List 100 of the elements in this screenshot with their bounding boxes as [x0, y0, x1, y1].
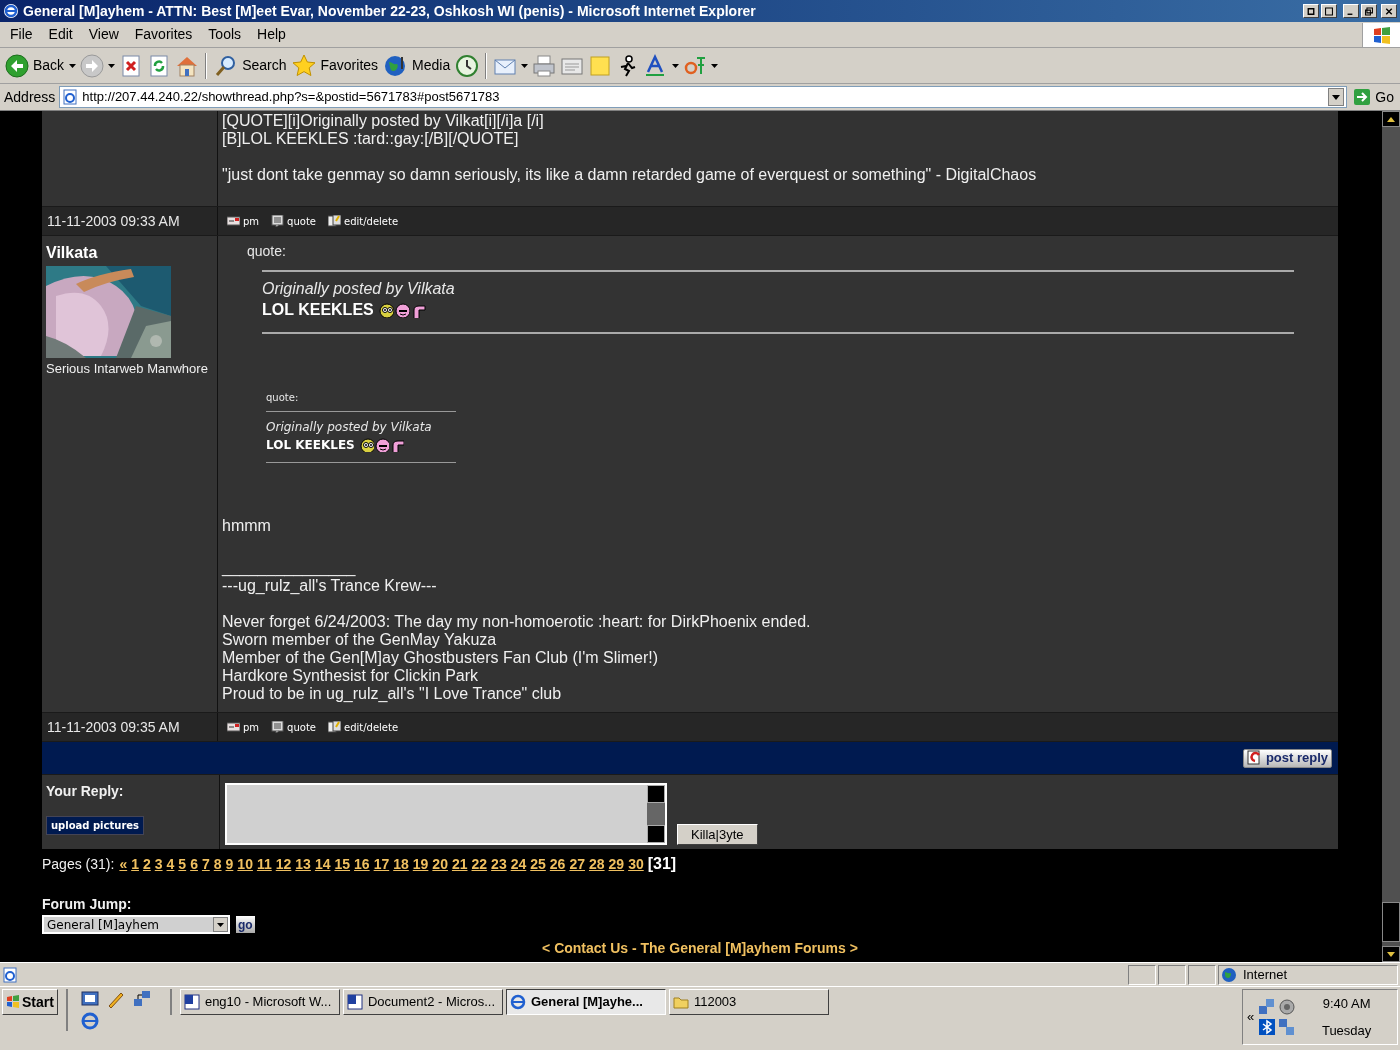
ie-logo-icon[interactable]: [79, 1011, 100, 1031]
grinning-smiley-icon: [374, 438, 389, 452]
upload-pictures-button[interactable]: upload pictures: [46, 816, 145, 835]
post-text: Sworn member of the GenMay Yakuza: [222, 631, 498, 649]
ie-logo-icon: [3, 3, 19, 19]
network-icon[interactable]: [131, 989, 152, 1009]
dropdown-arrow-icon[interactable]: [217, 922, 224, 927]
page-link[interactable]: 13: [295, 854, 311, 875]
page-link[interactable]: 19: [412, 854, 429, 875]
surprised-smiley-icon: [359, 438, 374, 452]
history-icon[interactable]: [455, 53, 480, 78]
page-link[interactable]: 27: [569, 854, 585, 875]
scrollbar[interactable]: [1382, 111, 1400, 962]
address-field[interactable]: http://207.44.240.22/showthread.php?s=&postid=5671783#post5671783: [59, 86, 1348, 108]
quote-button[interactable]: quote: [271, 719, 316, 735]
pages-label: Pages (31):: [42, 855, 115, 874]
page-link[interactable]: 8: [213, 854, 222, 875]
page-link[interactable]: 20: [432, 854, 448, 875]
page-link[interactable]: 2: [142, 854, 151, 875]
page-link[interactable]: 11: [256, 854, 272, 875]
page-link[interactable]: 1: [131, 854, 139, 875]
network-icon[interactable]: [1278, 1018, 1297, 1036]
page-link[interactable]: 17: [373, 854, 390, 875]
page-link[interactable]: 3: [154, 854, 163, 875]
page-link[interactable]: 29: [608, 854, 625, 875]
submit-button[interactable]: Killa|3yte: [677, 824, 758, 845]
word-doc-icon: [183, 994, 200, 1010]
page-link[interactable]: 18: [393, 854, 409, 875]
page-link[interactable]: 24: [510, 854, 527, 875]
menu-item[interactable]: Tools: [200, 24, 250, 45]
page-link[interactable]: 5: [178, 854, 187, 875]
surprised-smiley-icon: [378, 302, 394, 318]
pm-button[interactable]: pm: [227, 213, 260, 229]
quote-label: quote:: [266, 391, 300, 405]
page-link[interactable]: 26: [549, 854, 566, 875]
network-icon[interactable]: [1258, 998, 1277, 1016]
scroll-up-icon[interactable]: [1387, 116, 1395, 122]
bluetooth-icon[interactable]: [1258, 1018, 1277, 1036]
page-link[interactable]: 30: [628, 854, 644, 875]
page-link[interactable]: 15: [334, 854, 351, 875]
page-link[interactable]: 6: [190, 854, 198, 875]
menu-item[interactable]: Favorites: [126, 24, 201, 45]
speaker-icon[interactable]: [1278, 998, 1297, 1016]
star-icon: [292, 53, 317, 78]
menu-item[interactable]: Edit: [40, 24, 81, 45]
caret-icon[interactable]: [521, 63, 529, 68]
restore-icon[interactable]: [1363, 5, 1375, 17]
scroll-down-icon[interactable]: [1387, 951, 1395, 957]
page-link[interactable]: 4: [166, 854, 175, 875]
caret-icon[interactable]: [108, 63, 116, 68]
page-link[interactable]: 7: [201, 854, 210, 875]
signature-rule: _______________: [222, 559, 357, 577]
taskbar-button[interactable]: Document2 - Micros...: [342, 989, 503, 1015]
page-link[interactable]: 14: [314, 854, 331, 875]
taskbar-button[interactable]: General [M]ayhe...: [505, 989, 666, 1015]
edit-button[interactable]: edit/delete: [328, 213, 399, 229]
caret-icon[interactable]: [69, 63, 77, 68]
menu-item[interactable]: Help: [249, 24, 294, 45]
taskbar-button[interactable]: 112003: [668, 989, 829, 1015]
status-pane: [1128, 964, 1156, 985]
page-link[interactable]: 22: [471, 854, 488, 875]
dropdown-arrow-icon[interactable]: [1332, 94, 1341, 100]
reply-text-area[interactable]: [225, 783, 667, 845]
page-link[interactable]: 10: [237, 854, 253, 875]
page-link[interactable]: 28: [589, 854, 605, 875]
start-button[interactable]: Start: [2, 989, 58, 1015]
tray-expand-button[interactable]: «: [1247, 1007, 1255, 1027]
footer-link[interactable]: < Contact Us - The General [M]ayhem Forums >: [542, 938, 858, 959]
post-text: Never forget 6/24/2003: The day my non-homoerotic :heart: for DirkPhoenix ended.: [222, 613, 812, 631]
desktop-icon[interactable]: [79, 989, 100, 1009]
quote-button[interactable]: quote: [271, 213, 316, 229]
page-link[interactable]: 21: [451, 854, 468, 875]
page-link[interactable]: 12: [275, 854, 292, 875]
media-button[interactable]: Media: [383, 53, 452, 78]
caret-icon[interactable]: [711, 63, 719, 68]
page-link[interactable]: 25: [530, 854, 546, 875]
close-icon[interactable]: [1383, 5, 1395, 17]
search-button[interactable]: Search: [213, 53, 288, 78]
arrow-right-icon: [1353, 88, 1372, 106]
menu-item[interactable]: File: [2, 24, 41, 45]
edit-button[interactable]: edit/delete: [328, 719, 399, 735]
go-button[interactable]: go: [236, 916, 255, 933]
back-button[interactable]: Back: [4, 53, 66, 78]
menu-item[interactable]: View: [80, 24, 127, 45]
caret-icon[interactable]: [672, 63, 680, 68]
square-icon[interactable]: [1323, 5, 1335, 17]
favorites-button[interactable]: Favorites: [291, 53, 380, 78]
page-link[interactable]: 23: [491, 854, 507, 875]
post-reply-button[interactable]: post reply: [1242, 748, 1332, 768]
author-name[interactable]: Vilkata: [46, 241, 213, 265]
pm-button[interactable]: pm: [227, 719, 260, 735]
go-button[interactable]: Go: [1351, 86, 1396, 108]
quote-icon: [271, 215, 285, 227]
page-link[interactable]: 9: [225, 854, 234, 875]
quote-text: LOL KEEKLES: [266, 437, 355, 454]
scroll-thumb[interactable]: [1382, 902, 1400, 942]
page-link[interactable]: «: [119, 854, 128, 875]
page-link[interactable]: 16: [354, 854, 370, 875]
forum-select[interactable]: General [M]ayhem: [42, 915, 230, 934]
taskbar-button[interactable]: eng10 - Microsoft W...: [179, 989, 340, 1015]
